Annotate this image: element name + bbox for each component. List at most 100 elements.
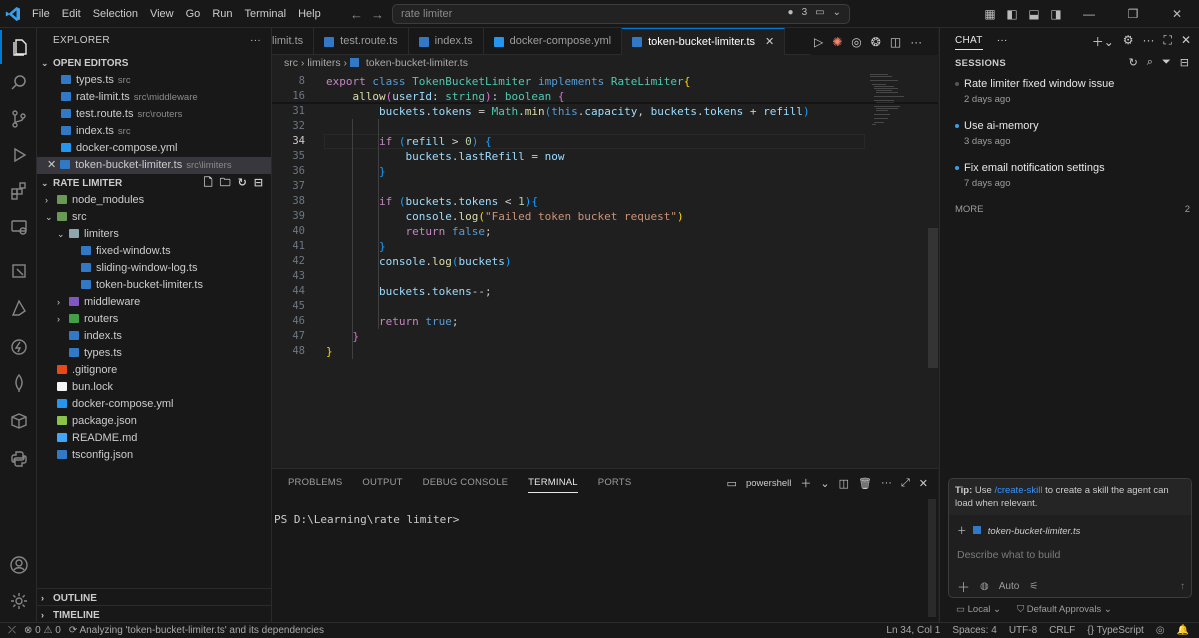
ai-openai-icon[interactable]: ❂ [871,35,881,49]
chat-input[interactable]: Describe what to build [957,549,1060,561]
lightning-icon[interactable] [0,330,37,364]
editor-tab[interactable]: index.ts [409,28,484,55]
maximize-panel-icon[interactable]: ⤢ [901,477,910,490]
session-item[interactable]: Use ai-memory 3 days ago [955,120,1195,147]
explorer-icon[interactable] [0,30,37,64]
editor-tab[interactable]: docker-compose.yml [484,28,623,55]
breadcrumb-src[interactable]: src [284,57,298,69]
more-actions-icon[interactable]: ··· [910,35,922,49]
chevron-down-icon[interactable]: ⌄ [833,7,841,18]
tree-item[interactable]: README.md [37,430,271,447]
menu-item-file[interactable]: File [26,0,56,28]
forward-arrow-icon[interactable]: → [371,7,384,22]
tree-item[interactable]: package.json [37,413,271,430]
add-icon[interactable]: ＋ [957,577,970,596]
breadcrumb-file[interactable]: token-bucket-limiter.ts [366,57,468,69]
new-file-icon[interactable]: 🗋 [204,174,213,192]
toggle-panel-icon[interactable]: ⬓ [1023,7,1045,21]
chevron-down-icon[interactable]: ⌄ [820,477,829,490]
editor-tab[interactable]: token-bucket-limiter.ts ✕ [622,28,786,56]
local-selector[interactable]: ▭ Local ⌄ [956,604,1001,615]
new-chat-icon[interactable]: ＋⌄ [1092,33,1114,50]
encoding[interactable]: UTF-8 [1009,625,1037,636]
remote-explorer-icon[interactable] [0,210,37,244]
testing-icon[interactable] [0,254,37,288]
tree-item[interactable]: › routers [37,311,271,328]
search-icon[interactable] [0,66,37,100]
maximize-icon[interactable]: ⛶ [1164,33,1172,50]
tree-item[interactable]: ⌄ src [37,209,271,226]
menu-item-edit[interactable]: Edit [56,0,87,28]
minimize-button[interactable]: — [1067,7,1111,21]
panel-tab-ports[interactable]: PORTS [598,477,632,493]
tree-item[interactable]: bun.lock [37,379,271,396]
tree-item[interactable]: docker-compose.yml [37,396,271,413]
close-window-button[interactable]: ✕ [1155,7,1199,21]
more-actions-icon[interactable]: ··· [1143,33,1155,50]
trash-icon[interactable]: 🗑 [858,477,872,490]
collapse-icon[interactable]: ⊟ [1180,56,1189,69]
extensions-icon[interactable] [0,174,37,208]
menu-item-run[interactable]: Run [206,0,238,28]
indentation[interactable]: Spaces: 4 [952,625,996,636]
panel-tab-debug-console[interactable]: DEBUG CONSOLE [423,477,508,493]
terminal-scrollbar[interactable] [928,499,936,617]
menu-item-terminal[interactable]: Terminal [239,0,293,28]
terminal-shell-name[interactable]: powershell [746,478,791,489]
tree-item[interactable]: › middleware [37,294,271,311]
chat-tab[interactable]: CHAT ··· [955,35,1008,50]
more-actions-icon[interactable]: ··· [250,28,261,54]
approvals-selector[interactable]: ⛉ Default Approvals ⌄ [1017,604,1112,615]
tools-icon[interactable]: ⚟ [1029,581,1038,592]
agent-mode-icon[interactable]: ◍ [980,581,989,592]
bug-icon[interactable]: ✺ [832,35,842,49]
code-editor[interactable]: 8 export class TokenBucketLimiter impleme… [272,72,938,468]
context-attachment[interactable]: ＋ token-bucket-limiter.ts [957,523,1080,537]
toggle-sidebar-icon[interactable]: ◧ [1001,7,1023,21]
run-debug-icon[interactable] [0,138,37,172]
layout-customize-icon[interactable]: ▦ [979,7,1001,21]
restore-button[interactable]: ❐ [1111,7,1155,21]
tree-item[interactable]: .gitignore [37,362,271,379]
menu-item-help[interactable]: Help [292,0,327,28]
gear-icon[interactable]: ⚙ [1123,33,1134,50]
session-item[interactable]: Fix email notification settings 7 days ag… [955,162,1195,189]
open-editor-item[interactable]: test.route.ts src\routers [37,106,271,123]
refresh-icon[interactable]: ↻ [1129,56,1138,69]
filter-icon[interactable]: ⏷ [1162,56,1171,69]
tree-item[interactable]: types.ts [37,345,271,362]
back-arrow-icon[interactable]: ← [350,7,363,22]
close-panel-icon[interactable]: ✕ [919,477,928,490]
more-sessions[interactable]: MORE 2 [955,204,1190,215]
copilot-status-icon[interactable]: ◎ [1156,625,1165,636]
refresh-icon[interactable]: ↻ [238,174,247,192]
run-icon[interactable]: ▷ [814,35,823,49]
outline-header[interactable]: › OUTLINE [37,588,272,606]
terminal-output[interactable]: PS D:\Learning\rate limiter> [274,513,459,526]
menu-item-view[interactable]: View [144,0,180,28]
collapse-all-icon[interactable]: ⊟ [254,174,263,192]
tree-item[interactable]: ⌄ limiters [37,226,271,243]
close-tab-icon[interactable]: ✕ [765,29,774,56]
toggle-secondary-sidebar-icon[interactable]: ◨ [1045,7,1067,21]
panel-tab-output[interactable]: OUTPUT [362,477,402,493]
breadcrumb-limiters[interactable]: limiters [307,57,340,69]
open-editor-item[interactable]: index.ts src [37,123,271,140]
tree-item[interactable]: tsconfig.json [37,447,271,464]
chat-icon[interactable]: ▭ [815,7,824,18]
tree-item[interactable]: › node_modules [37,192,271,209]
mode-selector[interactable]: Auto [999,581,1020,592]
session-item[interactable]: Rate limiter fixed window issue 2 days ag… [955,78,1195,105]
editor-scrollbar[interactable] [928,228,938,368]
menu-item-selection[interactable]: Selection [87,0,144,28]
editor-tab[interactable]: limit.ts [272,28,315,55]
new-folder-icon[interactable]: 🗀 [220,174,231,192]
open-editor-item[interactable]: ✕ token-bucket-limiter.ts src\limiters [37,157,271,174]
open-editor-item[interactable]: types.ts src [37,72,271,89]
split-editor-icon[interactable]: ◫ [890,35,901,49]
tree-item[interactable]: sliding-window-log.ts [37,260,271,277]
language-mode[interactable]: {} TypeScript [1087,625,1144,636]
copilot-icon[interactable]: ◎ [851,35,861,49]
add-context-icon[interactable]: ＋ [957,526,967,537]
command-center-search[interactable]: rate limiter ● 3 ▭ ⌄ [392,4,850,24]
